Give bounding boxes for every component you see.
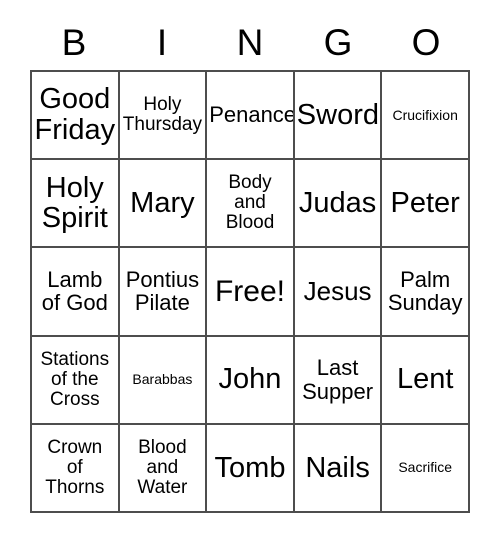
bingo-header: B I N G O [30, 16, 470, 70]
bingo-cell-label: Last Supper [302, 355, 374, 404]
bingo-cell-i5[interactable]: Blood and Water [119, 424, 208, 513]
bingo-cell-free[interactable]: Free! [207, 248, 295, 337]
bingo-cell-label: Lamb of God [41, 267, 108, 316]
bingo-cell-label: Holy Thursday [122, 93, 202, 136]
bingo-cell-o4[interactable]: Lent [382, 336, 470, 425]
bingo-cell-label: Mary [130, 186, 195, 219]
bingo-cell-label: Tomb [214, 451, 286, 484]
bingo-cell-g2[interactable]: Judas [294, 160, 383, 249]
bingo-cell-label: John [218, 363, 282, 396]
bingo-cell-label: Nails [305, 451, 370, 484]
bingo-cell-label: Lent [396, 363, 454, 396]
bingo-cell-label: Jesus [303, 275, 372, 306]
bingo-cell-n1[interactable]: Penance [207, 72, 295, 161]
bingo-free-label: Free! [214, 274, 285, 308]
bingo-cell-g5[interactable]: Nails [294, 424, 383, 513]
bingo-card: B I N G O Good Friday Holy Thursday Pena… [0, 0, 500, 544]
bingo-cell-i1[interactable]: Holy Thursday [119, 72, 208, 161]
bingo-cell-label: Crown of Thorns [45, 436, 105, 498]
header-letter-i: I [156, 22, 168, 63]
header-letter-n: N [236, 22, 264, 63]
bingo-cell-i3[interactable]: Pontius Pilate [119, 248, 208, 337]
bingo-cell-label: Palm Sunday [387, 267, 463, 316]
bingo-cell-label: Good Friday [34, 83, 116, 147]
bingo-cell-label: Barabbas [132, 371, 193, 388]
bingo-cell-label: Crucifixion [392, 106, 458, 123]
bingo-cell-n2[interactable]: Body and Blood [207, 160, 295, 249]
bingo-cell-o3[interactable]: Palm Sunday [382, 248, 470, 337]
bingo-grid: Good Friday Holy Thursday Penance Sword … [30, 70, 470, 513]
bingo-cell-n4[interactable]: John [207, 336, 295, 425]
header-letter-o: O [411, 22, 441, 63]
bingo-cell-label: Pontius Pilate [125, 267, 200, 316]
bingo-cell-b3[interactable]: Lamb of God [32, 248, 120, 337]
bingo-cell-i2[interactable]: Mary [119, 160, 208, 249]
bingo-cell-b5[interactable]: Crown of Thorns [32, 424, 120, 513]
header-letter-g: G [323, 22, 353, 63]
bingo-cell-label: Body and Blood [225, 172, 275, 234]
bingo-cell-label: Penance [209, 102, 295, 128]
bingo-cell-b4[interactable]: Stations of the Cross [32, 336, 120, 425]
bingo-cell-label: Sword [296, 98, 379, 131]
bingo-cell-b1[interactable]: Good Friday [32, 72, 120, 161]
bingo-cell-label: Peter [390, 186, 460, 219]
bingo-cell-o2[interactable]: Peter [382, 160, 470, 249]
bingo-cell-b2[interactable]: Holy Spirit [32, 160, 120, 249]
bingo-cell-g4[interactable]: Last Supper [294, 336, 383, 425]
bingo-cell-g3[interactable]: Jesus [294, 248, 383, 337]
bingo-cell-label: Judas [298, 186, 377, 219]
bingo-cell-o5[interactable]: Sacrifice [382, 424, 470, 513]
bingo-cell-label: Holy Spirit [41, 171, 108, 235]
bingo-cell-label: Blood and Water [137, 436, 188, 498]
bingo-cell-n5[interactable]: Tomb [207, 424, 295, 513]
bingo-cell-label: Sacrifice [398, 459, 453, 476]
bingo-cell-o1[interactable]: Crucifixion [382, 72, 470, 161]
bingo-cell-i4[interactable]: Barabbas [119, 336, 208, 425]
bingo-cell-g1[interactable]: Sword [294, 72, 383, 161]
header-letter-b: B [61, 22, 87, 63]
bingo-cell-label: Stations of the Cross [40, 348, 110, 410]
